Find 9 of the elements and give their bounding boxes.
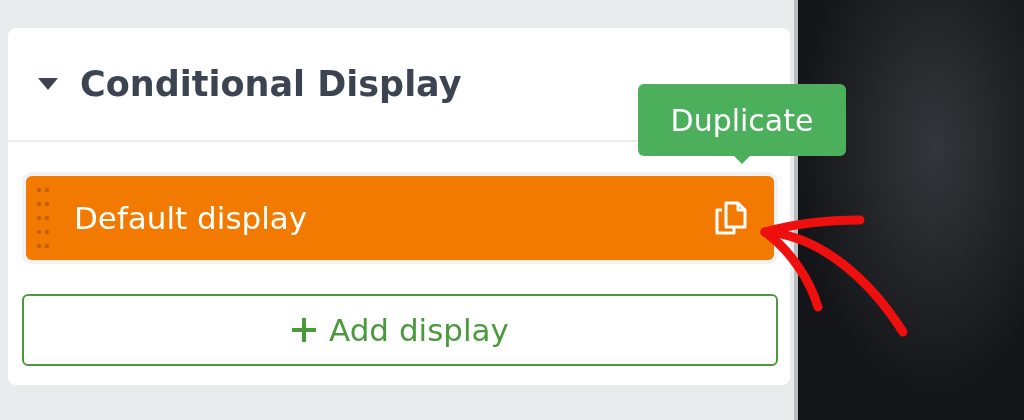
add-display-button[interactable]: Add display [22, 294, 778, 366]
tooltip-pointer [733, 155, 751, 164]
caret-icon[interactable] [38, 78, 58, 90]
tooltip: Duplicate [638, 84, 846, 156]
display-label: Default display [74, 198, 309, 238]
duplicate-icon[interactable] [714, 200, 748, 236]
plus-icon [291, 317, 317, 343]
drag-handle-icon[interactable] [36, 186, 50, 250]
panel-title: Conditional Display [80, 62, 462, 106]
